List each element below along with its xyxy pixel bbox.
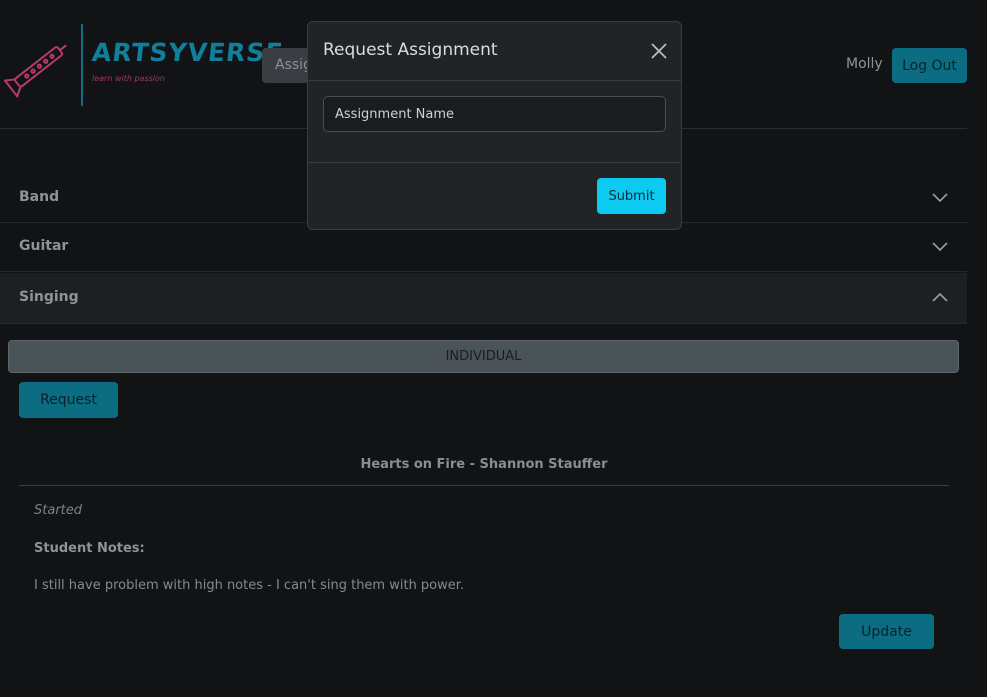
chevron-down-icon	[932, 193, 948, 203]
student-notes-label: Student Notes:	[34, 541, 145, 556]
student-notes-text: I still have problem with high notes - I…	[34, 578, 465, 593]
brand-tagline: learn with passion	[92, 74, 165, 83]
clarinet-icon	[4, 44, 67, 99]
assignment-name-input[interactable]	[323, 96, 666, 132]
request-button[interactable]: Request	[19, 382, 118, 418]
accordion-label: Band	[19, 189, 60, 205]
submit-button[interactable]: Submit	[597, 178, 666, 214]
close-icon[interactable]	[650, 42, 668, 60]
modal-title: Request Assignment	[323, 40, 498, 60]
logo[interactable]: ARTSYVERSE learn with passion	[4, 22, 285, 108]
logout-button[interactable]: Log Out	[892, 48, 967, 83]
divider	[19, 485, 949, 486]
request-assignment-modal: Request Assignment Submit	[307, 21, 682, 230]
accordion-item-singing[interactable]: Singing	[0, 273, 967, 324]
brand-name: ARTSYVERSE	[90, 38, 285, 67]
assignment-status: Started	[34, 503, 83, 518]
accordion-label: Singing	[19, 289, 79, 305]
user-name: Molly	[846, 56, 883, 72]
logo-divider	[81, 24, 83, 106]
chevron-up-icon	[932, 292, 948, 302]
update-button[interactable]: Update	[839, 614, 934, 649]
modal-divider	[308, 162, 681, 163]
modal-divider	[308, 80, 681, 81]
accordion-label: Guitar	[19, 238, 69, 254]
chevron-down-icon	[932, 242, 948, 252]
accordion-item-guitar[interactable]: Guitar	[0, 223, 967, 272]
section-individual[interactable]: INDIVIDUAL	[8, 340, 959, 373]
assignment-title: Hearts on Fire - Shannon Stauffer	[360, 457, 608, 472]
